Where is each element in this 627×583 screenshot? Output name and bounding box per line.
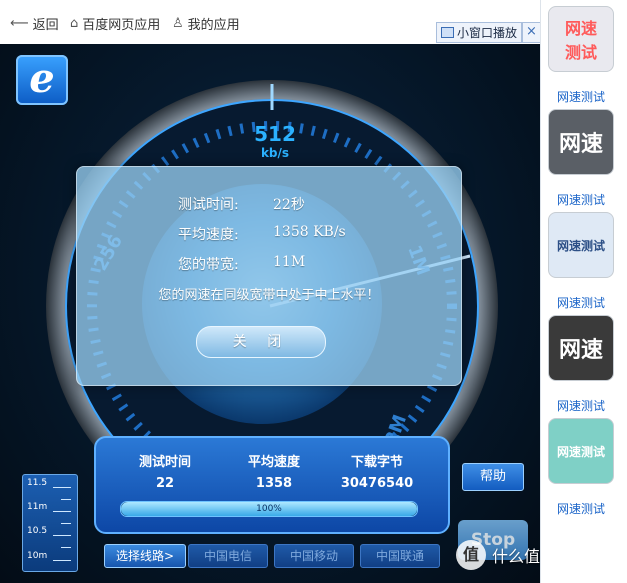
result-label: 您的带宽:: [178, 257, 239, 273]
result-label: 测试时间:: [178, 197, 239, 213]
top-toolbar: ⟵ 返回 ⌂ 百度网页应用 ♙ 我的应用 小窗口播放 ×: [0, 0, 541, 45]
sidebar-tile-text: 网速: [558, 132, 603, 157]
baidu-web-apps-label: 百度网页应用: [82, 18, 161, 33]
mini-window-icon: [441, 27, 454, 38]
stats-value-time: 22: [155, 476, 175, 491]
ruler-line: [53, 511, 71, 512]
stats-panel: 测试时间 平均速度 下载字节 22 1358 30476540 100%: [94, 436, 450, 534]
sidebar-tile-text: 测试: [564, 43, 597, 62]
current-speed-value: 512: [254, 122, 296, 146]
ruler-line: [61, 523, 71, 524]
result-row-bandwidth: 您的带宽: 11M: [178, 254, 305, 274]
dialog-close-button[interactable]: 关 闭: [196, 326, 326, 358]
select-route-button[interactable]: 选择线路>: [104, 544, 186, 568]
progress-bar: 100%: [120, 501, 418, 517]
result-value: 22秒: [273, 197, 305, 213]
ruler-line: [53, 535, 71, 536]
result-message: 您的网速在同级宽带中处于中上水平！: [158, 288, 380, 303]
result-row-time: 测试时间: 22秒: [178, 194, 305, 214]
ruler-line: [61, 547, 71, 548]
ruler-tick-label: 11.5: [27, 478, 48, 488]
back-label: 返回: [32, 18, 59, 33]
ruler-line: [61, 499, 71, 500]
sidebar-app-tile[interactable]: 网速测试: [548, 6, 614, 72]
route-option-telecom[interactable]: 中国电信: [188, 544, 268, 568]
sidebar-app-label[interactable]: 网速测试: [541, 500, 621, 517]
sidebar-tile-text: 网速: [564, 19, 597, 38]
my-apps-label: 我的应用: [187, 18, 240, 33]
route-option-mobile[interactable]: 中国移动: [274, 544, 354, 568]
baidu-web-apps-link[interactable]: ⌂ 百度网页应用: [70, 14, 160, 33]
sidebar-tile-text: 网速测试: [556, 238, 605, 253]
result-value: 1358 KB/s: [273, 224, 346, 240]
ruler-line: [53, 560, 71, 561]
ruler-line: [53, 487, 71, 488]
sidebar-app-label[interactable]: 网速测试: [541, 294, 621, 311]
user-icon: ♙: [172, 16, 184, 31]
ruler-tick-label: 10m: [27, 551, 48, 561]
sidebar-app-tile[interactable]: 网速: [548, 315, 614, 381]
stats-value-speed: 1358: [255, 476, 293, 491]
watermark-logo: 值: [456, 540, 486, 570]
mini-window-play-button[interactable]: 小窗口播放: [436, 22, 523, 43]
mini-window-play-label: 小窗口播放: [457, 26, 518, 40]
route-option-unicom[interactable]: 中国联通: [360, 544, 440, 568]
ruler-tick-label: 11m: [27, 502, 48, 512]
result-row-speed: 平均速度: 1358 KB/s: [178, 224, 346, 244]
stats-header-speed: 平均速度: [247, 455, 300, 470]
sidebar-app-tile[interactable]: 网速测试: [548, 418, 614, 484]
ruler-tick-label: 10.5: [27, 526, 48, 536]
close-button[interactable]: ×: [522, 22, 541, 43]
result-dialog: 测试时间: 22秒 平均速度: 1358 KB/s 您的带宽: 11M 您的网速…: [76, 166, 462, 386]
back-button[interactable]: ⟵ 返回: [10, 14, 59, 33]
stats-header-bytes: 下载字节: [350, 455, 403, 470]
sidebar-app-label[interactable]: 网速测试: [541, 88, 621, 105]
ie-logo: e: [16, 55, 68, 105]
result-value: 11M: [273, 254, 306, 270]
sidebar-app-tile[interactable]: 网速: [548, 109, 614, 175]
sidebar-app-label[interactable]: 网速测试: [541, 397, 621, 414]
progress-text: 100%: [256, 504, 282, 514]
speed-test-app: 256 1M 0 2M e 512 kb/s 测试时间: 22秒 平均速度: 1…: [0, 44, 540, 583]
current-speed-unit: kb/s: [260, 146, 290, 160]
result-label: 平均速度:: [178, 227, 239, 243]
app-sidebar: 网速 测试 网速测试 网速 网速测试 网速测试 网速测试 网速 网速测试 网速测试 网速测试: [540, 0, 627, 583]
bandwidth-ruler: 11.5 11m 10.5 10m: [22, 474, 78, 572]
sidebar-app-tile[interactable]: 网速测试: [548, 212, 614, 278]
stats-header-time: 测试时间: [138, 455, 191, 470]
stats-value-bytes: 30476540: [340, 476, 414, 491]
sidebar-tile-text: 网速: [558, 338, 603, 363]
sidebar-app-label[interactable]: 网速测试: [541, 191, 621, 208]
my-apps-link[interactable]: ♙ 我的应用: [172, 14, 240, 33]
sidebar-tile-text: 网速测试: [556, 444, 605, 459]
home-icon: ⌂: [70, 16, 79, 31]
help-button[interactable]: 帮助: [462, 463, 524, 491]
back-arrow-icon: ⟵: [10, 16, 29, 31]
